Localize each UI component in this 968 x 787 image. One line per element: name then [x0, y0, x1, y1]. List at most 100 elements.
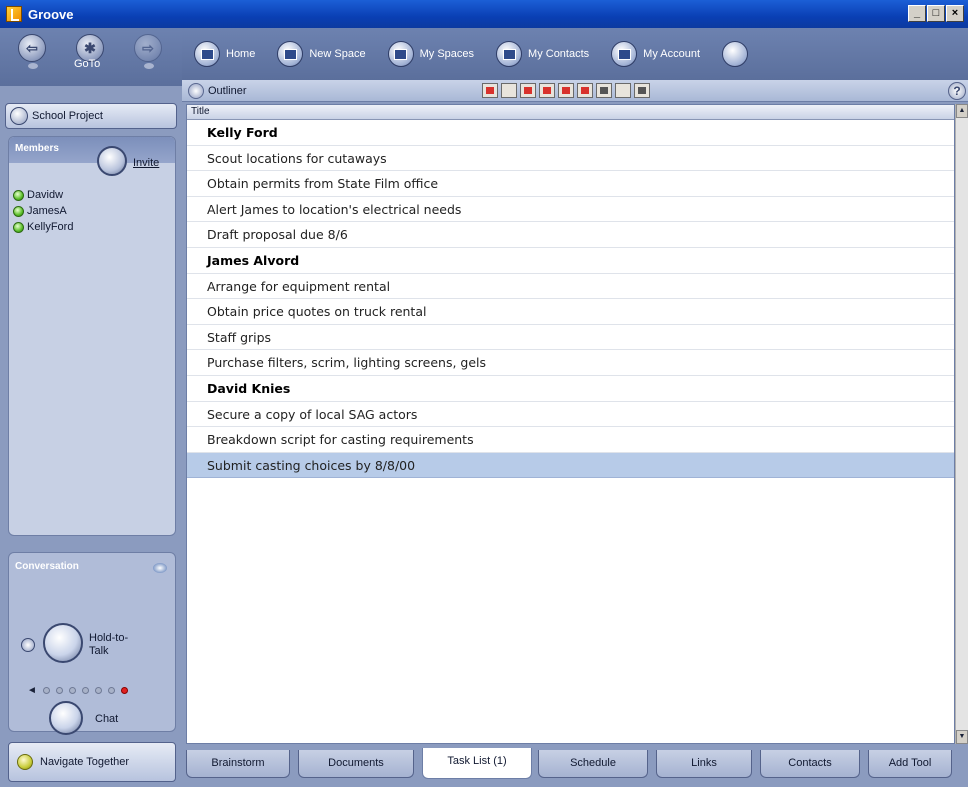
member-item[interactable]: KellyFord [13, 221, 73, 233]
column-header-title[interactable]: Title [187, 105, 954, 120]
volume-level-dot [107, 687, 115, 694]
member-name: KellyFord [27, 221, 74, 233]
outline-heading-row[interactable]: David Knies [187, 376, 954, 402]
my-contacts-button[interactable]: My Contacts [496, 41, 589, 67]
my-spaces-label: My Spaces [419, 48, 475, 60]
delete-icon[interactable] [596, 83, 612, 98]
members-panel: Members Invite Davidw JamesA KellyFord [8, 136, 176, 536]
move-up-icon[interactable] [520, 83, 536, 98]
chat-icon[interactable] [49, 701, 83, 735]
my-account-button[interactable]: My Account [611, 41, 700, 67]
task-row[interactable]: Obtain price quotes on truck rental [187, 299, 954, 325]
tab-links[interactable]: Links [656, 750, 752, 778]
properties-icon[interactable] [634, 83, 650, 98]
space-name: School Project [32, 110, 103, 122]
chat-button[interactable]: Chat [95, 713, 118, 725]
maximize-button[interactable]: □ [927, 5, 945, 22]
tab-documents[interactable]: Documents [298, 750, 414, 778]
mute-icon[interactable] [21, 638, 35, 652]
scroll-up-icon[interactable]: ▲ [956, 104, 968, 118]
navigate-together-icon [17, 754, 33, 770]
minimize-button[interactable]: _ [908, 5, 926, 22]
volume-level-dot [81, 687, 89, 694]
expand-icon[interactable] [615, 83, 631, 98]
navigate-together-button[interactable]: Navigate Together [8, 742, 176, 782]
members-title: Members [15, 143, 59, 154]
invite-button[interactable]: Invite [133, 157, 159, 169]
task-row[interactable]: Purchase filters, scrim, lighting screen… [187, 350, 954, 376]
speaker-icon: ◄ [27, 685, 37, 696]
task-row[interactable]: Alert James to location's electrical nee… [187, 197, 954, 223]
hold-to-talk-icon[interactable] [43, 623, 83, 663]
tab-add-tool[interactable]: Add Tool [868, 750, 952, 778]
task-row[interactable]: Arrange for equipment rental [187, 274, 954, 300]
conversation-toggle-icon[interactable] [153, 563, 167, 573]
invite-icon[interactable] [97, 146, 127, 176]
member-item[interactable]: JamesA [13, 205, 67, 217]
outline-heading-row[interactable]: Kelly Ford [187, 120, 954, 146]
task-list: Kelly Ford Scout locations for cutaways Ob… [187, 120, 954, 479]
navigation-panel: ⇦ ✱ ⇨ GoTo [0, 28, 182, 86]
space-selector[interactable]: School Project [5, 103, 177, 129]
online-status-icon [13, 205, 24, 217]
outline-heading-row[interactable]: James Alvord [187, 248, 954, 274]
outliner-table: Title Kelly Ford Scout locations for cuta… [186, 104, 955, 744]
volume-level-dot [42, 687, 50, 694]
close-button[interactable]: × [946, 5, 964, 22]
outdent-icon[interactable] [577, 83, 593, 98]
conversation-panel: Conversation Hold-to-Talk ◄ Chat [8, 552, 176, 735]
task-row[interactable]: Scout locations for cutaways [187, 146, 954, 172]
new-space-icon [277, 41, 304, 67]
volume-level-dot [94, 687, 102, 694]
window-controls: _ □ × [908, 5, 964, 22]
tool-tabs: Brainstorm Documents Task List (1) Schedule… [186, 748, 968, 787]
indent-icon[interactable] [558, 83, 574, 98]
forward-arrow-icon[interactable]: ⇨ [134, 34, 162, 62]
vertical-scrollbar[interactable]: ▲ ▼ [955, 104, 968, 744]
tab-brainstorm[interactable]: Brainstorm [186, 750, 290, 778]
online-status-icon [13, 221, 24, 233]
back-arrow-icon[interactable]: ⇦ [18, 34, 46, 62]
tool-name: Outliner [208, 84, 247, 97]
outliner-toolbar [482, 83, 650, 98]
help-icon[interactable]: ? [948, 82, 966, 100]
navigate-together-label: Navigate Together [40, 756, 130, 768]
tab-contacts[interactable]: Contacts [760, 750, 860, 778]
member-item[interactable]: Davidw [13, 189, 63, 201]
back-history-icon[interactable] [28, 63, 38, 69]
status-button[interactable] [722, 41, 754, 67]
volume-meter: ◄ [27, 685, 128, 696]
task-row[interactable]: Draft proposal due 8/6 [187, 222, 954, 248]
account-icon [611, 41, 638, 67]
tab-task-list-1[interactable]: Task List (1) [422, 748, 532, 779]
window-title: Groove [28, 6, 74, 22]
task-row[interactable]: Staff grips [187, 325, 954, 351]
hold-to-talk-label[interactable]: Hold-to-Talk [89, 632, 139, 658]
member-name: Davidw [27, 189, 64, 201]
member-name: JamesA [27, 205, 67, 217]
contacts-icon [496, 41, 523, 67]
volume-level-dot [68, 687, 76, 694]
add-item-icon[interactable] [482, 83, 498, 98]
home-button[interactable]: Home [194, 41, 255, 67]
tab-schedule[interactable]: Schedule [538, 750, 648, 778]
my-spaces-button[interactable]: My Spaces [387, 41, 475, 67]
volume-level-dot [55, 687, 63, 694]
new-space-button[interactable]: New Space [277, 41, 366, 67]
goto-label[interactable]: GoTo [74, 58, 100, 70]
scroll-down-icon[interactable]: ▼ [956, 730, 968, 744]
task-row[interactable]: Secure a copy of local SAG actors [187, 402, 954, 428]
forward-history-icon[interactable] [144, 63, 154, 69]
status-icon [722, 41, 749, 67]
task-row[interactable]: Submit casting choices by 8/8/00 [187, 452, 954, 479]
outliner-icon [188, 82, 204, 99]
task-row[interactable]: Breakdown script for casting requirement… [187, 427, 954, 453]
title-bar: Groove _ □ × [0, 0, 968, 28]
sidebar: School Project Members Invite Davidw Jam… [0, 86, 182, 787]
tool-header: Outliner ? [182, 80, 968, 102]
task-row[interactable]: Obtain permits from State Film office [187, 171, 954, 197]
print-icon[interactable] [501, 83, 517, 98]
spaces-icon [387, 41, 414, 67]
move-down-icon[interactable] [539, 83, 555, 98]
main-toolbar: Home New Space My Spaces My Contacts My … [182, 28, 968, 80]
